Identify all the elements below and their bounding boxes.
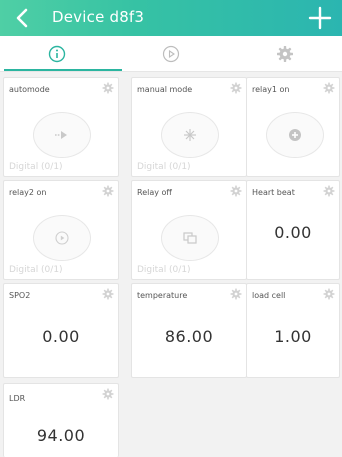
tab-settings[interactable]	[228, 36, 342, 72]
play-circle-icon	[55, 231, 69, 245]
gear-icon[interactable]	[323, 185, 335, 197]
tile-sub: Digital (0/1)	[137, 265, 191, 275]
asterisk-icon	[184, 129, 196, 141]
relay1-on-button[interactable]	[266, 112, 324, 158]
tile-label: relay1 on	[252, 85, 290, 94]
gear-icon[interactable]	[230, 82, 242, 94]
tile-label: automode	[9, 85, 50, 94]
tile-label: LDR	[9, 394, 26, 403]
tile-automode: automode Digital (0/1)	[3, 77, 119, 177]
info-icon	[48, 45, 66, 63]
page-title: Device d8f3	[52, 8, 145, 26]
relay2-on-button[interactable]	[33, 215, 91, 261]
tile-label: SPO2	[9, 291, 31, 300]
tile-sub: Digital (0/1)	[9, 265, 63, 275]
tab-info[interactable]	[0, 36, 114, 72]
tile-label: relay2 on	[9, 188, 47, 197]
tile-sub: Digital (0/1)	[9, 162, 63, 172]
plus-circle-icon	[289, 129, 301, 141]
gear-icon[interactable]	[102, 82, 114, 94]
automode-button[interactable]	[33, 112, 91, 158]
gear-icon[interactable]	[323, 82, 335, 94]
gear-icon[interactable]	[102, 185, 114, 197]
gear-icon[interactable]	[102, 288, 114, 300]
arrow-right-icon	[55, 131, 67, 139]
tile-ldr: LDR 94.00	[3, 383, 119, 457]
temperature-value: 86.00	[164, 327, 214, 346]
relay-off-button[interactable]	[161, 215, 219, 261]
chevron-left-icon	[16, 8, 28, 28]
gear-icon[interactable]	[230, 288, 242, 300]
play-circle-icon	[162, 45, 180, 63]
tile-label: manual mode	[137, 85, 193, 94]
back-button[interactable]	[10, 6, 34, 30]
manual-mode-button[interactable]	[161, 112, 219, 158]
tile-relay1-on: relay1 on	[246, 77, 340, 177]
gear-icon[interactable]	[323, 288, 335, 300]
copy-icon	[183, 232, 197, 244]
tile-manual-mode: manual mode Digital (0/1)	[131, 77, 247, 177]
tile-label: temperature	[137, 291, 188, 300]
tab-bar	[0, 36, 342, 72]
ldr-value: 94.00	[36, 426, 86, 445]
tile-spo2: SPO2 0.00	[3, 283, 119, 378]
tab-play[interactable]	[114, 36, 228, 72]
load-cell-value: 1.00	[274, 327, 312, 346]
gear-icon	[277, 46, 293, 62]
tile-load-cell: load cell 1.00	[246, 283, 340, 378]
tile-label: load cell	[252, 291, 286, 300]
tile-label: Heart beat	[252, 188, 295, 197]
tile-relay-off: Relay off Digital (0/1)	[131, 180, 247, 280]
tile-temperature: temperature 86.00	[131, 283, 247, 378]
app-header: Device d8f3	[0, 0, 342, 36]
gear-icon[interactable]	[102, 388, 114, 400]
tile-label: Relay off	[137, 188, 172, 197]
add-button[interactable]	[308, 5, 332, 31]
plus-icon	[308, 6, 332, 30]
gear-icon[interactable]	[230, 185, 242, 197]
heart-beat-value: 0.00	[274, 223, 312, 242]
spo2-value: 0.00	[42, 327, 80, 346]
tile-heart-beat: Heart beat 0.00	[246, 180, 340, 280]
tile-sub: Digital (0/1)	[137, 162, 191, 172]
tile-relay2-on: relay2 on Digital (0/1)	[3, 180, 119, 280]
